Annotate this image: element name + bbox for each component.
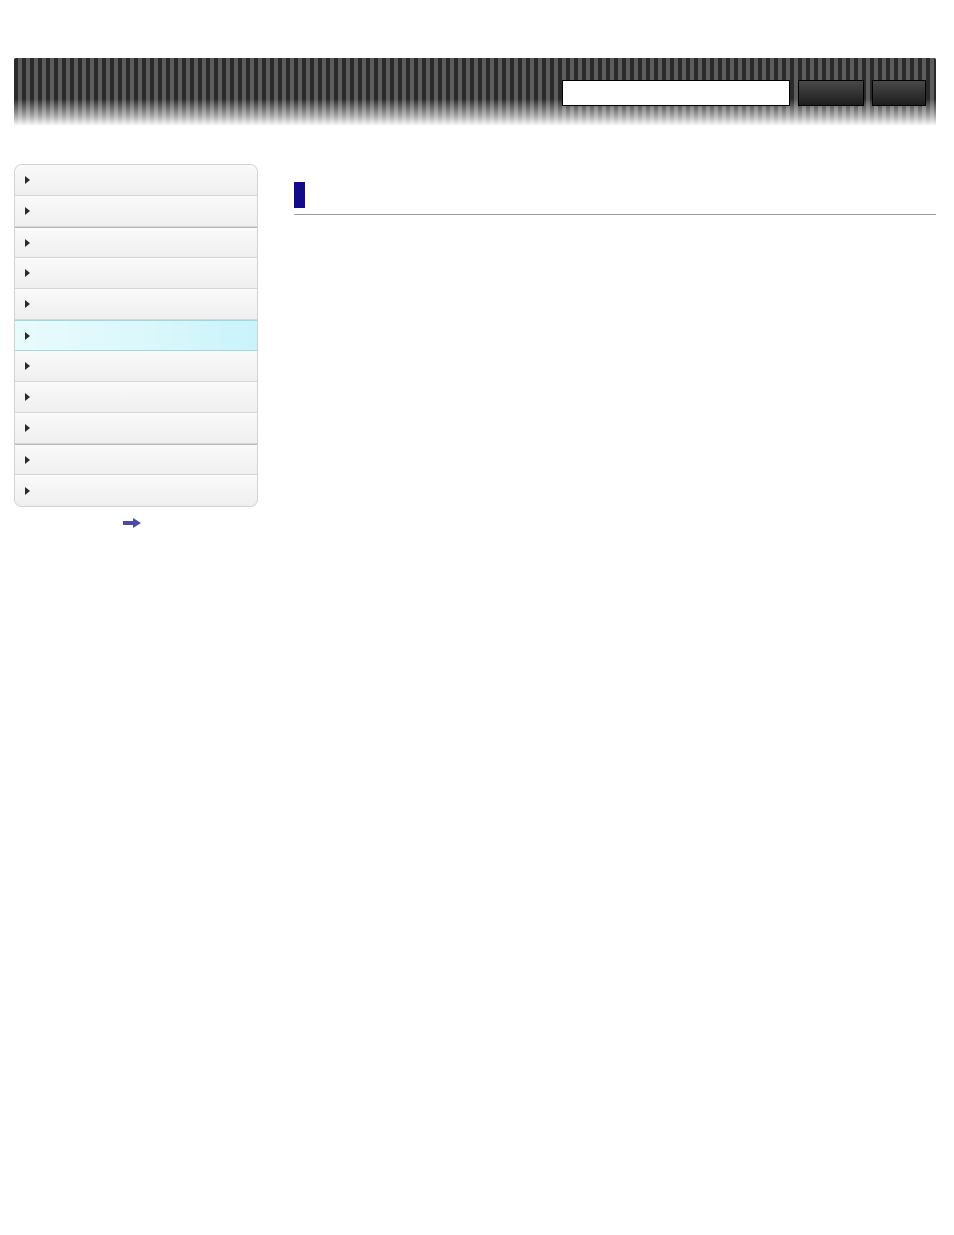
sidebar-item-7[interactable] bbox=[15, 382, 257, 413]
caret-right-icon bbox=[25, 393, 30, 401]
sidebar-item-6[interactable] bbox=[15, 351, 257, 382]
sidebar-item-8[interactable] bbox=[15, 413, 257, 444]
sidebar-item-1[interactable] bbox=[15, 196, 257, 227]
caret-right-icon bbox=[25, 424, 30, 432]
main-content bbox=[294, 164, 936, 215]
sidebar-item-3[interactable] bbox=[15, 258, 257, 289]
search-button[interactable] bbox=[798, 80, 864, 106]
caret-right-icon bbox=[25, 207, 30, 215]
caret-right-icon bbox=[25, 332, 30, 340]
sidebar-item-0[interactable] bbox=[15, 165, 257, 196]
sidebar-item-2[interactable] bbox=[15, 227, 257, 258]
title-accent-block bbox=[294, 182, 305, 208]
caret-right-icon bbox=[25, 300, 30, 308]
header-bar bbox=[14, 58, 936, 126]
caret-right-icon bbox=[25, 269, 30, 277]
caret-right-icon bbox=[25, 176, 30, 184]
sidebar-item-4[interactable] bbox=[15, 289, 257, 320]
header-controls bbox=[562, 80, 926, 106]
reset-button[interactable] bbox=[872, 80, 926, 106]
sidebar bbox=[14, 164, 258, 507]
sidebar-footer bbox=[14, 519, 258, 527]
caret-right-icon bbox=[25, 487, 30, 495]
sidebar-item-5[interactable] bbox=[15, 320, 257, 351]
caret-right-icon bbox=[25, 456, 30, 464]
arrow-right-icon bbox=[123, 519, 143, 527]
title-row bbox=[294, 182, 936, 215]
sidebar-item-10[interactable] bbox=[15, 475, 257, 506]
caret-right-icon bbox=[25, 239, 30, 247]
caret-right-icon bbox=[25, 362, 30, 370]
sidebar-item-9[interactable] bbox=[15, 444, 257, 475]
search-input[interactable] bbox=[562, 80, 790, 106]
